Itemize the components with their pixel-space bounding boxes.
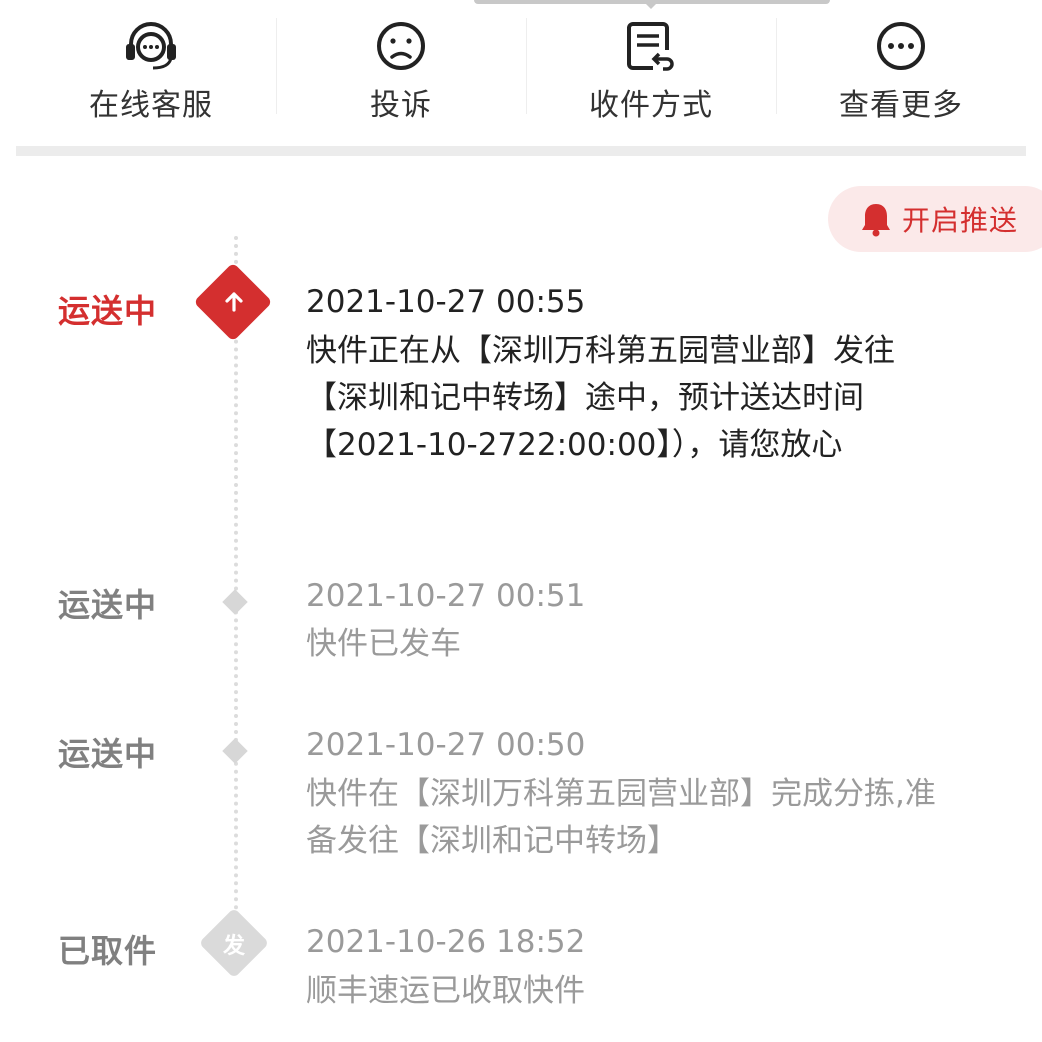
action-bar: 在线客服 投诉 收件方式 查看更多 [26,0,1026,140]
enable-push-label: 开启推送 [902,204,1019,237]
event-description: 顺丰速运已收取快件 [306,973,585,1009]
receive-method-button[interactable]: 收件方式 [526,0,776,140]
event-description: 快件在【深圳万科第五园营业部】完成分拣,准备发往【深圳和记中转场】 [306,776,936,859]
online-service-button[interactable]: 在线客服 [26,0,276,140]
event-description: 快件正在从【深圳万科第五园营业部】发往【深圳和记中转场】途中，预计送达时间【20… [306,333,895,463]
enable-push-button[interactable]: 开启推送 [828,186,1042,252]
receive-method-label: 收件方式 [589,88,713,123]
complaint-button[interactable]: 投诉 [276,0,526,140]
timeline-node [222,589,248,615]
online-service-label: 在线客服 [89,88,213,123]
status-label: 运送中 [58,586,158,624]
headset-icon [123,20,179,72]
section-divider [16,146,1026,156]
status-label: 已取件 [58,932,158,970]
event-description: 快件已发车 [306,626,461,662]
receipt-return-icon [623,20,679,72]
view-more-label: 查看更多 [839,88,963,123]
timeline-node [222,738,248,764]
complaint-label: 投诉 [370,88,432,123]
more-dots-icon [873,20,929,72]
status-label: 运送中 [58,292,158,330]
event-time: 2021-10-26 18:52 [306,924,586,960]
status-label: 运送中 [58,735,158,773]
logistics-tracking-screen: 在线客服 投诉 收件方式 查看更多 开启推送 运送中 2021-10-27 00… [0,0,1042,1042]
event-time: 2021-10-27 00:55 [306,284,586,320]
dispatch-node-label: 发 [222,934,245,959]
arrow-up-icon [216,284,252,320]
event-time: 2021-10-27 00:51 [306,578,586,614]
view-more-button[interactable]: 查看更多 [776,0,1026,140]
timeline-line [234,236,238,926]
bell-icon [860,201,892,237]
event-time: 2021-10-27 00:50 [306,727,586,763]
frown-face-icon [373,20,429,72]
